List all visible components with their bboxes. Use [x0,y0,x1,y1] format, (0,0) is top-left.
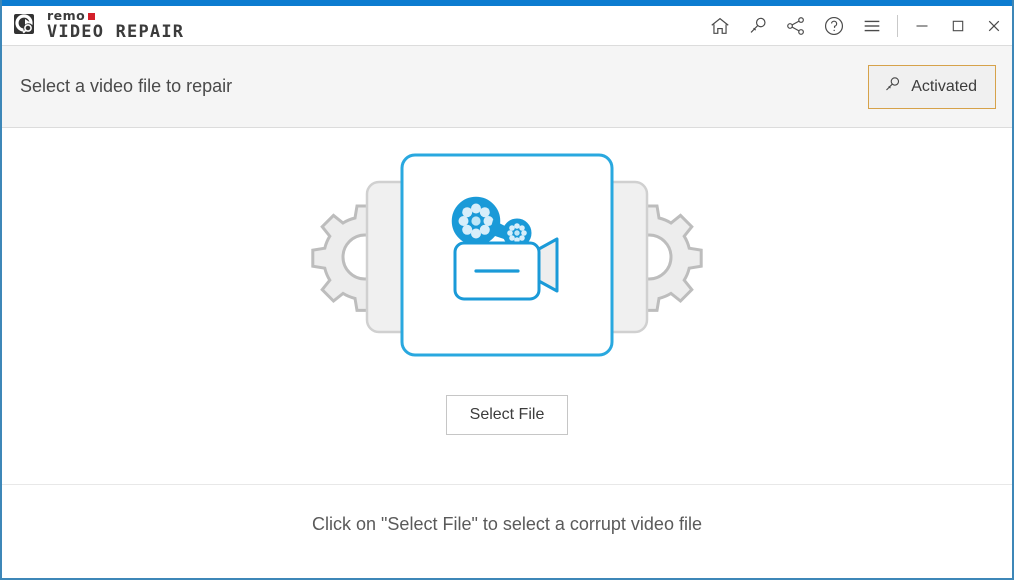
activated-button[interactable]: Activated [868,64,996,109]
minimize-button[interactable] [904,6,940,45]
title-bar-actions [701,6,1012,45]
brand-wordmark: remo VIDEO REPAIR [47,10,184,41]
footer-hint-text: Click on "Select File" to select a corru… [312,514,702,534]
help-icon[interactable] [815,6,853,45]
titlebar-separator [897,14,898,37]
brand-name-top: remo [47,10,184,23]
main-content: Select File Click on "Select File" to se… [2,128,1012,578]
share-icon[interactable] [777,6,815,45]
footer-divider [2,484,1012,485]
key-icon[interactable] [739,6,777,45]
brand-red-square-icon [88,13,96,20]
menu-icon[interactable] [853,6,891,45]
activated-button-label: Activated [911,77,977,95]
key-icon [883,75,902,99]
page-title: Select a video file to repair [20,76,233,96]
select-file-button[interactable]: Select File [446,395,568,435]
app-window: remo VIDEO REPAIR Select a video file to… [0,0,1014,580]
page-header-band: Select a video file to repair Activated [2,45,1012,128]
app-logo: remo VIDEO REPAIR [12,10,184,41]
maximize-button[interactable] [940,6,976,45]
home-icon[interactable] [701,6,739,45]
brand-product-name: VIDEO REPAIR [47,21,185,42]
brand-remo-text: remo [47,8,86,24]
title-bar: remo VIDEO REPAIR [2,6,1012,45]
video-camera-gears-illustration [297,150,717,365]
close-button[interactable] [976,6,1012,45]
remo-logo-icon [12,12,40,40]
